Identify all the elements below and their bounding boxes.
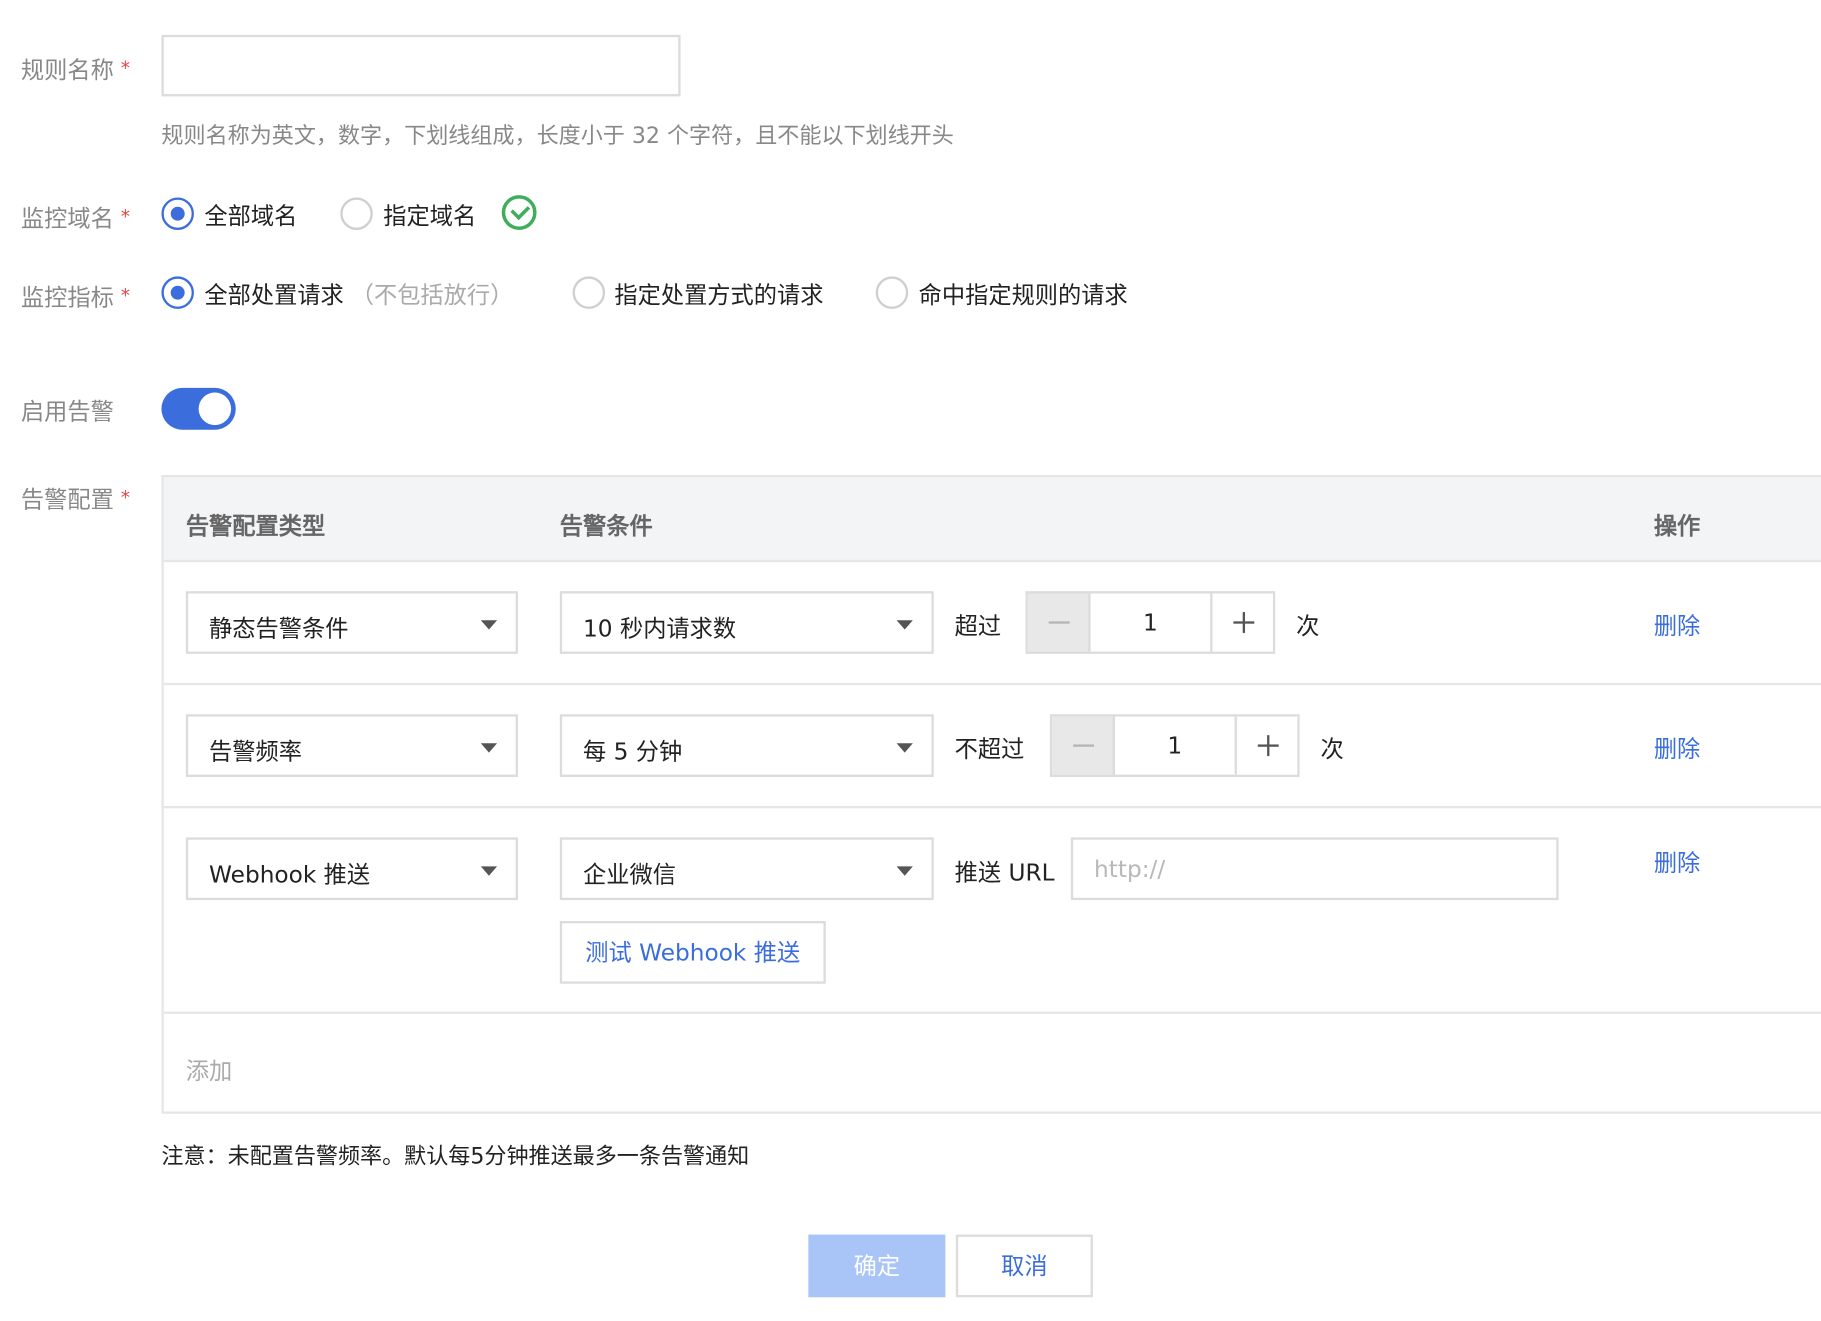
rule-name-label: 规则名称 * — [21, 51, 130, 85]
minus-icon[interactable] — [1052, 716, 1115, 775]
enable-alert-toggle[interactable] — [161, 387, 236, 430]
push-url-input[interactable] — [1070, 837, 1559, 901]
caret-down-icon — [480, 866, 498, 876]
test-webhook-button[interactable]: 测试 Webhook 推送 — [559, 920, 826, 984]
monitor-metric-label-text: 监控指标 — [20, 283, 114, 312]
enable-alert-label: 启用告警 — [20, 397, 114, 426]
comparator-label: 超过 — [954, 612, 1002, 640]
check-circle-icon — [501, 195, 537, 230]
radio-all-domains[interactable] — [161, 197, 194, 230]
push-url-field[interactable] — [1073, 839, 1557, 898]
radio-all-requests[interactable] — [161, 276, 194, 309]
monitor-metric-label: 监控指标 * — [21, 279, 130, 313]
count-stepper[interactable]: 1 — [1025, 591, 1276, 654]
row-divider — [163, 682, 1821, 686]
monitor-domain-label-text: 监控域名 — [20, 204, 114, 233]
radio-rule-hit-requests[interactable] — [875, 276, 909, 309]
add-button[interactable]: 添加 — [186, 1052, 232, 1086]
select-value: 告警频率 — [209, 737, 302, 766]
required-mark: * — [120, 284, 131, 307]
toggle-knob — [198, 392, 232, 426]
column-header-type: 告警配置类型 — [185, 512, 326, 541]
row-divider — [163, 1011, 1821, 1014]
count-value[interactable]: 1 — [1115, 732, 1235, 760]
minus-icon[interactable] — [1027, 593, 1091, 652]
delete-link[interactable]: 删除 — [1654, 731, 1700, 765]
alert-config-label-text: 告警配置 — [20, 485, 114, 514]
required-mark: * — [120, 486, 131, 509]
count-stepper[interactable]: 1 — [1049, 714, 1300, 777]
caret-down-icon — [896, 620, 913, 630]
comparator-label: 不超过 — [954, 735, 1025, 764]
delete-link[interactable]: 删除 — [1654, 607, 1700, 641]
alert-config-label: 告警配置 * — [21, 481, 130, 515]
radio-all-requests-note: （不包括放行） — [350, 281, 514, 309]
radio-specific-domains[interactable] — [340, 197, 373, 230]
column-header-action: 操作 — [1653, 512, 1701, 541]
caret-down-icon — [896, 743, 913, 753]
cancel-button[interactable]: 取消 — [955, 1234, 1093, 1298]
table-header: 告警配置类型 告警条件 操作 — [163, 477, 1821, 563]
alert-type-select[interactable]: 静态告警条件 — [185, 591, 518, 654]
rule-name-input[interactable] — [161, 34, 681, 97]
row-divider — [163, 806, 1821, 809]
radio-specific-domains-label[interactable]: 指定域名 — [383, 197, 476, 231]
column-header-condition: 告警条件 — [559, 512, 653, 541]
select-value: Webhook 推送 — [209, 860, 371, 889]
radio-specific-action-requests[interactable] — [572, 276, 606, 309]
unit-label: 次 — [1320, 735, 1344, 764]
select-value: 10 秒内请求数 — [583, 614, 737, 643]
rule-name-hint: 规则名称为英文，数字，下划线组成，长度小于 32 个字符，且不能以下划线开头 — [161, 123, 954, 149]
radio-rule-hit-requests-label[interactable]: 命中指定规则的请求 — [919, 276, 1128, 310]
required-mark: * — [120, 56, 131, 79]
delete-link[interactable]: 删除 — [1654, 844, 1700, 878]
radio-all-requests-text: 全部处置请求 — [204, 281, 344, 309]
alert-note: 注意：未配置告警频率。默认每5分钟推送最多一条告警通知 — [161, 1143, 750, 1170]
unit-label: 次 — [1296, 612, 1320, 640]
plus-icon[interactable] — [1234, 716, 1298, 775]
select-value: 企业微信 — [583, 860, 676, 889]
radio-all-requests-label[interactable]: 全部处置请求 （不包括放行） — [204, 276, 513, 310]
alert-frequency-select[interactable]: 每 5 分钟 — [559, 714, 934, 777]
monitor-domain-label: 监控域名 * — [21, 200, 130, 234]
select-value: 每 5 分钟 — [583, 737, 683, 766]
radio-all-domains-label[interactable]: 全部域名 — [204, 197, 297, 231]
alert-config-table: 告警配置类型 告警条件 操作 静态告警条件 10 秒内请求数 超过 1 次 删除… — [161, 475, 1821, 1114]
required-mark: * — [120, 205, 131, 228]
alert-type-select[interactable]: 告警频率 — [185, 714, 518, 777]
alert-type-select[interactable]: Webhook 推送 — [185, 837, 518, 901]
select-value: 静态告警条件 — [209, 614, 349, 643]
alert-rule-form: 规则名称 * 规则名称为英文，数字，下划线组成，长度小于 32 个字符，且不能以下… — [0, 0, 1821, 1321]
push-url-label: 推送 URL — [954, 858, 1055, 887]
caret-down-icon — [480, 743, 498, 753]
rule-name-field[interactable] — [163, 37, 679, 95]
alert-condition-select[interactable]: 10 秒内请求数 — [559, 591, 934, 654]
caret-down-icon — [480, 620, 498, 630]
webhook-channel-select[interactable]: 企业微信 — [559, 837, 934, 901]
rule-name-label-text: 规则名称 — [20, 55, 114, 84]
caret-down-icon — [896, 866, 913, 876]
plus-icon[interactable] — [1210, 593, 1273, 652]
count-value[interactable]: 1 — [1091, 609, 1211, 637]
radio-specific-action-requests-label[interactable]: 指定处置方式的请求 — [614, 276, 823, 310]
confirm-button[interactable]: 确定 — [808, 1234, 946, 1298]
